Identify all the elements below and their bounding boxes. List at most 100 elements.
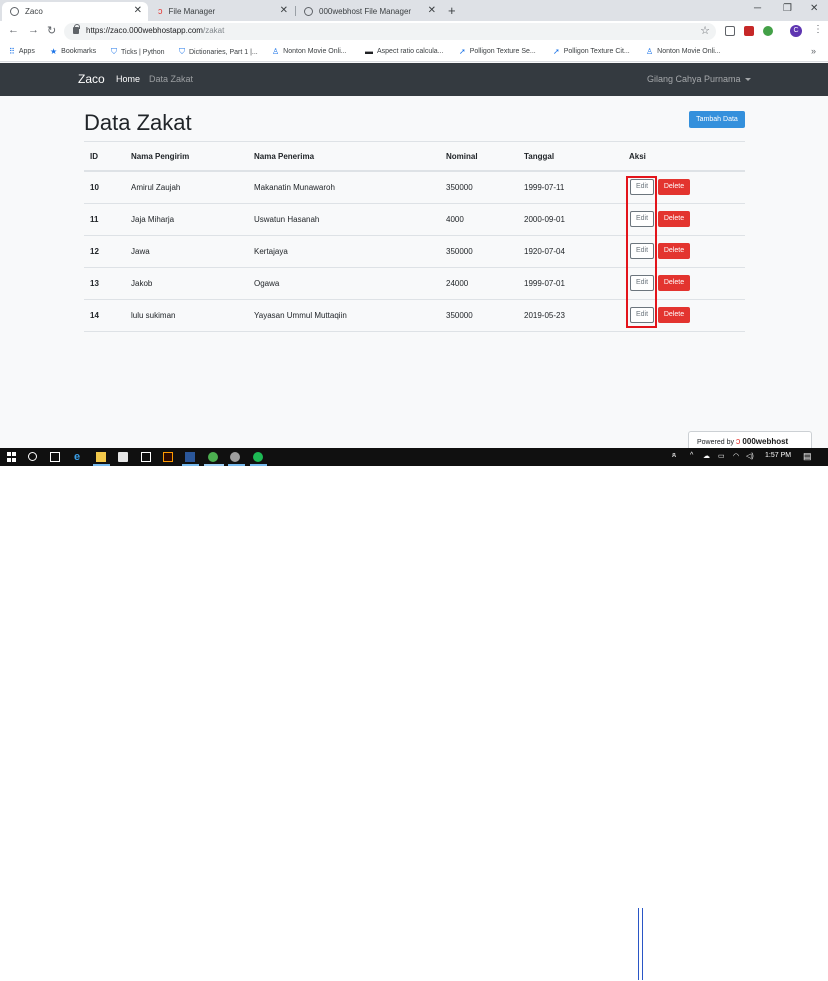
site-brand[interactable]: Zaco: [78, 72, 105, 86]
volume-icon[interactable]: ◁): [746, 452, 754, 460]
bookmark-bookmarks[interactable]: ★ Bookmarks: [50, 47, 96, 56]
windows-taskbar: e ጸ ^ ☁ ▭ ◠ ◁) 1:57 PM ▤: [0, 448, 828, 466]
more-bookmarks-icon[interactable]: »: [811, 46, 816, 56]
forward-arrow-icon[interactable]: →: [28, 24, 39, 36]
kebab-menu-icon[interactable]: ⋮: [813, 24, 823, 35]
new-tab-icon[interactable]: +: [448, 3, 456, 18]
bookmark-label: Nonton Movie Onli...: [657, 48, 721, 55]
cell-pengirim: Jawa: [131, 247, 150, 256]
webhost-icon: ↄ: [158, 6, 163, 16]
bookmark-ticks-python[interactable]: ⛉ Ticks | Python: [111, 47, 165, 57]
close-tab-icon[interactable]: ✕: [280, 6, 288, 16]
apps-grid-icon: ⠿: [9, 47, 15, 56]
bookmark-polligon-2[interactable]: ➚ Polligon Texture Cit...: [553, 47, 630, 56]
shield-icon: ⛉: [179, 47, 185, 56]
tab-zaco[interactable]: Zaco ✕: [2, 2, 148, 21]
bookmark-nonton-2[interactable]: ♙ Nonton Movie Onli...: [646, 47, 721, 56]
bookmark-dictionaries[interactable]: ⛉ Dictionaries, Part 1 |...: [179, 47, 258, 57]
calculator-icon: ▬: [365, 47, 373, 56]
star-icon: ★: [50, 47, 58, 56]
reload-icon[interactable]: ↻: [47, 24, 56, 37]
bookmark-label: Bookmarks: [61, 48, 97, 55]
back-arrow-icon[interactable]: ←: [8, 24, 19, 36]
pdf-extension-icon[interactable]: [744, 26, 754, 36]
bookmark-label: Dictionaries, Part 1 |...: [189, 48, 258, 56]
cell-tanggal: 1999-07-01: [524, 279, 565, 288]
stray-double-line: [638, 908, 643, 980]
tab-file-manager[interactable]: ↄ File Manager ✕: [150, 2, 294, 21]
bookmarks-bar: ⠿ Apps ★ Bookmarks ⛉ Ticks | Python ⛉ Dictio…: [0, 42, 828, 62]
chrome-icon[interactable]: [208, 452, 218, 462]
powered-by-badge[interactable]: Powered by ↄ 000webhost: [688, 431, 812, 448]
cell-id: 14: [90, 311, 99, 320]
tab-title: File Manager: [168, 7, 216, 16]
mail-icon[interactable]: [141, 452, 151, 462]
search-icon[interactable]: [28, 452, 37, 461]
running-indicator: [228, 464, 245, 466]
bookmark-apps[interactable]: ⠿ Apps: [9, 47, 35, 56]
header-nominal: Nominal: [446, 152, 478, 161]
illustrator-icon[interactable]: [163, 452, 173, 462]
delete-button[interactable]: Delete: [658, 243, 690, 259]
minimize-icon[interactable]: ─: [754, 3, 761, 14]
cell-pengirim: Amirul Zaujah: [131, 183, 181, 192]
shield-icon: ⛉: [111, 47, 117, 56]
tab-title: Zaco: [25, 7, 43, 16]
windows-start-icon[interactable]: [7, 452, 17, 462]
bookmark-aspect-ratio[interactable]: ▬ Aspect ratio calcula...: [365, 47, 444, 56]
store-icon[interactable]: [118, 452, 128, 462]
running-indicator: [250, 464, 267, 466]
delete-button[interactable]: Delete: [658, 307, 690, 323]
delete-button[interactable]: Delete: [658, 179, 690, 195]
wifi-icon[interactable]: ◠: [733, 452, 739, 460]
user-menu[interactable]: Gilang Cahya Purnama: [647, 74, 751, 84]
battery-icon[interactable]: ▭: [718, 452, 725, 460]
url-text: https://zaco.000webhostapp.com/zakat: [86, 26, 225, 35]
people-icon[interactable]: ጸ: [672, 452, 676, 460]
browser-toolbar: ← → ↻ https://zaco.000webhostapp.com/zak…: [0, 21, 828, 42]
powered-by-text: Powered by: [697, 439, 734, 446]
extension-icon[interactable]: [763, 26, 773, 36]
bookmark-polligon-1[interactable]: ➚ Polligon Texture Se...: [459, 47, 536, 56]
delete-button[interactable]: Delete: [658, 211, 690, 227]
movie-icon: ♙: [646, 47, 654, 56]
file-explorer-icon[interactable]: [96, 452, 106, 462]
bookmark-label: Polligon Texture Cit...: [563, 48, 630, 55]
lock-icon: [73, 24, 80, 34]
add-data-button[interactable]: Tambah Data: [689, 111, 745, 128]
task-view-icon[interactable]: [50, 452, 60, 462]
address-bar[interactable]: https://zaco.000webhostapp.com/zakat ☆: [64, 23, 716, 40]
clock-time[interactable]: 1:57 PM: [765, 452, 791, 459]
running-indicator: [204, 464, 224, 466]
cell-penerima: Makanatin Munawaroh: [254, 183, 335, 192]
cell-penerima: Uswatun Hasanah: [254, 215, 320, 224]
cell-pengirim: Jaja Miharja: [131, 215, 175, 224]
close-window-icon[interactable]: ✕: [810, 3, 818, 14]
extension-icon[interactable]: [725, 26, 735, 36]
header-tanggal: Tanggal: [524, 152, 555, 161]
close-tab-icon[interactable]: ✕: [134, 6, 142, 16]
tray-chevron-icon[interactable]: ^: [690, 452, 693, 459]
delete-button[interactable]: Delete: [658, 275, 690, 291]
nav-data-zakat[interactable]: Data Zakat: [149, 74, 193, 84]
word-icon[interactable]: [185, 452, 195, 462]
bookmark-star-icon[interactable]: ☆: [700, 24, 710, 37]
screenshot: Zaco ✕ ↄ File Manager ✕ 000webhost File …: [0, 0, 828, 466]
profile-avatar[interactable]: C: [790, 25, 802, 37]
onedrive-icon[interactable]: ☁: [703, 452, 710, 460]
running-indicator: [182, 464, 199, 466]
notifications-icon[interactable]: ▤: [803, 451, 812, 462]
globe-icon: [10, 7, 19, 16]
cell-tanggal: 2019-05-23: [524, 311, 565, 320]
restore-icon[interactable]: ❐: [783, 3, 792, 14]
spotify-icon[interactable]: [253, 452, 263, 462]
nav-home[interactable]: Home: [116, 74, 140, 84]
bookmark-nonton-1[interactable]: ♙ Nonton Movie Onli...: [272, 47, 347, 56]
close-tab-icon[interactable]: ✕: [428, 6, 436, 16]
edit-column-highlight-box: [626, 176, 657, 328]
tab-000webhost-file-manager[interactable]: 000webhost File Manager ✕: [296, 2, 442, 21]
running-indicator: [93, 464, 110, 466]
header-penerima: Nama Penerima: [254, 152, 315, 161]
app-icon[interactable]: [230, 452, 240, 462]
edge-browser-icon[interactable]: e: [74, 452, 84, 463]
